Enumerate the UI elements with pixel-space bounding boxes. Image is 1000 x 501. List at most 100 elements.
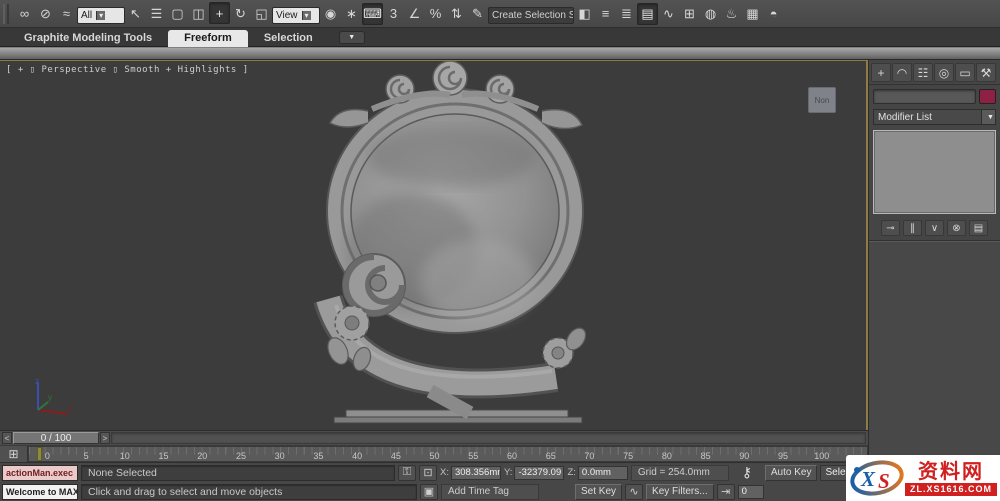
next-frame-arrow[interactable]: > (100, 432, 110, 444)
bind-to-spacewarp-icon[interactable]: ≈ (56, 2, 77, 24)
motion-tab-icon[interactable]: ◎ (934, 63, 954, 82)
named-sets-dropdown[interactable]: Create Selection Se (488, 7, 574, 24)
display-tab-icon[interactable]: ▭ (955, 63, 975, 82)
add-time-tag[interactable]: Add Time Tag (441, 484, 539, 500)
ribbon-overflow-button[interactable]: ▼ (339, 31, 365, 44)
select-by-name-icon[interactable]: ☰ (146, 3, 167, 25)
pin-stack-button[interactable]: ⊸ (881, 220, 900, 236)
align-icon[interactable]: ≡ (595, 2, 616, 24)
x-value-field[interactable]: 308.356mm (451, 466, 501, 480)
ribbon-tab[interactable]: Graphite Modeling Tools (8, 30, 168, 47)
ruler-tick-label: 75 (618, 451, 638, 461)
ruler-tick-label: 70 (579, 451, 599, 461)
schematic-view-icon[interactable]: ⊞ (679, 3, 700, 25)
use-pivot-center-icon[interactable]: ◉ (320, 3, 341, 25)
toolbar-icons: ∞⊘≈All↖☰▢◫+↻◱View◉∗⌨3∠%⇅✎Create Selectio… (14, 2, 784, 25)
snap-toggle-3d-icon[interactable]: 3 (383, 2, 404, 24)
mirror-icon[interactable]: ◧ (574, 3, 595, 25)
world-axis-tripod: z x y (28, 376, 74, 416)
mirror-frame-model (0, 61, 866, 430)
utilities-tab-icon[interactable]: ⚒ (976, 63, 996, 82)
select-and-scale-icon[interactable]: ◱ (251, 3, 272, 25)
selection-filter-dropdown[interactable]: All (77, 7, 125, 24)
ribbon-tab[interactable]: Freeform (168, 30, 248, 47)
remove-modifier-button[interactable]: ⊗ (947, 220, 966, 236)
absolute-mode-icon[interactable]: ⊡ (419, 465, 437, 481)
auto-key-button[interactable]: Auto Key (765, 465, 818, 481)
angle-snap-icon[interactable]: ∠ (404, 3, 425, 25)
reference-coordsys-dropdown[interactable]: View (272, 7, 320, 24)
z-value-field[interactable]: 0.0mm (578, 466, 628, 480)
command-panel-tabs: +◠☷◎▭⚒ (869, 60, 1000, 85)
modifier-stack-list[interactable] (873, 130, 996, 214)
ribbon-tab[interactable]: Selection (248, 30, 329, 47)
svg-text:X: X (860, 467, 876, 491)
scene-explorer-icon[interactable]: ▤ (637, 3, 658, 25)
edit-named-sets-icon[interactable]: ✎ (467, 3, 488, 25)
isolate-selection-icon[interactable]: ▣ (420, 484, 438, 500)
create-tab-icon[interactable]: + (871, 63, 891, 82)
y-value-field[interactable]: -32379.09 (514, 466, 564, 480)
make-unique-button[interactable]: ∨ (925, 220, 944, 236)
select-and-link-icon[interactable]: ∞ (14, 2, 35, 24)
perspective-viewport[interactable]: [ + ▯ Perspective ▯ Smooth + Highlights … (0, 60, 868, 430)
key-filters-button[interactable]: Key Filters... (646, 484, 714, 500)
ruler-tick-label: 30 (270, 451, 290, 461)
object-color-swatch[interactable] (979, 89, 996, 104)
modifier-list-dropdown[interactable]: Modifier List ▼ (873, 109, 996, 125)
ruler-tick-label: 40 (347, 451, 367, 461)
track-bar-ruler[interactable]: 0510152025303540455055606570758085909510… (28, 446, 868, 462)
z-label: Z: (567, 467, 575, 478)
set-key-icon[interactable]: ⚷ (732, 464, 762, 481)
object-name-field[interactable] (873, 89, 976, 104)
render-production-icon[interactable]: ◓ (763, 2, 784, 24)
material-editor-icon[interactable]: ◍ (700, 3, 721, 25)
percent-snap-icon[interactable]: % (425, 2, 446, 24)
x-label: X: (440, 467, 449, 478)
keyboard-override-icon[interactable]: ⌨ (362, 3, 383, 25)
viewport-floating-button[interactable]: Non (808, 87, 836, 113)
hierarchy-tab-icon[interactable]: ☷ (913, 63, 933, 82)
chevron-down-icon[interactable]: ▼ (981, 110, 995, 124)
curve-editor-icon[interactable]: ∿ (658, 3, 679, 25)
selection-lock-icon[interactable]: ⚿ (398, 465, 416, 481)
select-and-rotate-icon[interactable]: ↻ (230, 3, 251, 25)
unlink-selection-icon[interactable]: ⊘ (35, 3, 56, 25)
set-key-button[interactable]: Set Key (575, 484, 622, 500)
modify-tab-icon[interactable]: ◠ (892, 63, 912, 82)
maxscript-listener-line[interactable]: Welcome to MAX: (2, 484, 78, 500)
mini-curve-editor-button[interactable]: ⊞ (0, 446, 28, 462)
command-panel: +◠☷◎▭⚒ Modifier List ▼ ⊸∥∨⊗▤ (868, 60, 1000, 462)
new-key-curve-icon[interactable]: ∿ (625, 484, 643, 500)
time-slider-track[interactable] (111, 432, 866, 444)
select-object-icon[interactable]: ↖ (125, 3, 146, 25)
viewport-label[interactable]: [ + ▯ Perspective ▯ Smooth + Highlights … (6, 65, 249, 75)
rect-selection-region-icon[interactable]: ▢ (167, 3, 188, 25)
show-end-result-button[interactable]: ∥ (903, 220, 922, 236)
x-coordinate: X: 308.356mm (440, 466, 501, 480)
rollouts-area[interactable] (869, 241, 1000, 462)
maxscript-macro-line[interactable]: actionMan.exec (2, 465, 78, 481)
ruler-tick-label: 95 (773, 451, 793, 461)
spinner-snap-icon[interactable]: ⇅ (446, 3, 467, 25)
time-slider-handle[interactable]: 0 / 100 (13, 432, 99, 444)
window-crossing-icon[interactable]: ◫ (188, 3, 209, 25)
watermark: X S 资料网 ZL.XS1616.COM (846, 455, 1000, 501)
prev-frame-arrow[interactable]: < (2, 432, 12, 444)
current-frame-field[interactable]: 0 (738, 485, 764, 499)
ruler-tick-label: 50 (425, 451, 445, 461)
toolbar-drag-handle[interactable] (3, 4, 9, 24)
select-and-manipulate-icon[interactable]: ∗ (341, 3, 362, 25)
render-setup-icon[interactable]: ♨ (721, 3, 742, 25)
watermark-text: 资料网 ZL.XS1616.COM (905, 461, 997, 496)
watermark-logo: X S (849, 457, 905, 499)
layer-manager-icon[interactable]: ≣ (616, 3, 637, 25)
object-name-row (869, 85, 1000, 106)
configure-modifier-sets-button[interactable]: ▤ (969, 220, 988, 236)
go-to-end-button[interactable]: ⇥ (717, 484, 735, 500)
ruler-tick-label: 100 (812, 451, 832, 461)
ruler-labels: 0510152025303540455055606570758085909510… (37, 451, 831, 461)
rendered-frame-icon[interactable]: ▦ (742, 3, 763, 25)
track-bar: ⊞ 05101520253035404550556065707580859095… (0, 445, 868, 462)
select-and-move-icon[interactable]: + (209, 2, 230, 24)
